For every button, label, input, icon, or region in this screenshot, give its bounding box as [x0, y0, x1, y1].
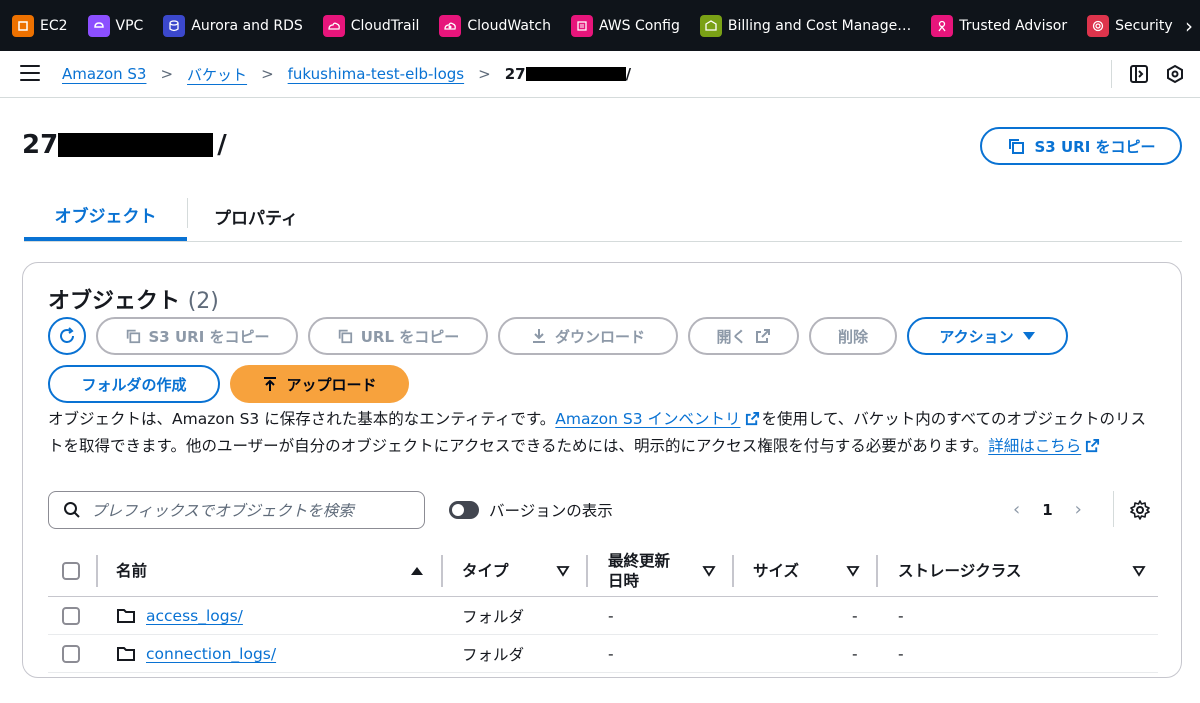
external-link-icon	[755, 328, 771, 344]
folder-icon	[116, 645, 136, 663]
row-checkbox[interactable]	[62, 607, 80, 625]
security-hub-icon	[1087, 14, 1110, 37]
breadcrumb-bucket[interactable]: fukushima-test-elb-logs	[288, 65, 464, 83]
rds-icon	[163, 14, 186, 37]
external-link-icon	[745, 409, 760, 434]
column-size[interactable]: サイズ	[753, 545, 799, 597]
column-storage-class[interactable]: ストレージクラス	[898, 545, 1021, 597]
folder-link[interactable]: connection_logs/	[146, 645, 276, 663]
objects-panel: オブジェクト (2) S3 URI をコピー URL をコピー ダウンロード 開…	[22, 262, 1182, 678]
folder-link[interactable]: access_logs/	[146, 607, 243, 625]
learn-more-link[interactable]: 詳細はこちら	[988, 437, 1100, 455]
service-cloudtrail[interactable]: CloudTrail	[322, 14, 419, 37]
copy-icon	[1007, 137, 1025, 155]
vpc-icon	[87, 14, 110, 37]
trusted-advisor-icon	[931, 14, 954, 37]
service-trusted-advisor[interactable]: Trusted Advisor	[931, 14, 1067, 37]
copy-icon	[337, 328, 353, 344]
toggle-switch[interactable]	[449, 501, 479, 519]
service-billing[interactable]: Billing and Cost Manage…	[699, 14, 911, 37]
breadcrumb-current: 27 /	[504, 65, 632, 83]
billing-icon	[699, 14, 722, 37]
upload-icon	[262, 376, 278, 392]
service-shortcut-bar: EC2 VPC Aurora and RDS CloudTrail CloudW…	[0, 0, 1200, 51]
sort-ascending-icon[interactable]	[410, 545, 424, 597]
column-type[interactable]: タイプ	[462, 545, 509, 597]
actions-dropdown[interactable]: アクション	[907, 317, 1068, 355]
sort-icon[interactable]	[846, 545, 860, 597]
objects-description: オブジェクトは、Amazon S3 に保存された基本的なエンティティです。Ama…	[48, 407, 1158, 461]
create-folder-button[interactable]: フォルダの作成	[48, 365, 220, 403]
table-row: access_logs/ フォルダ - - -	[48, 597, 1158, 635]
breadcrumb-buckets[interactable]: バケット	[187, 64, 247, 85]
redacted-block	[58, 133, 214, 157]
column-name[interactable]: 名前	[116, 545, 147, 597]
cloudtrail-icon	[322, 14, 345, 37]
tab-properties[interactable]: プロパティ	[214, 192, 298, 240]
side-panel-icon[interactable]	[1128, 63, 1150, 85]
objects-title: オブジェクト (2)	[48, 289, 219, 314]
table-header: 名前 タイプ 最終更新 日時 サイズ ストレージクラス	[48, 545, 1158, 597]
open-button[interactable]: 開く	[688, 317, 799, 355]
chevron-right-icon[interactable]: ›	[1178, 0, 1200, 51]
select-all-checkbox[interactable]	[62, 562, 80, 580]
config-icon	[570, 14, 593, 37]
service-vpc[interactable]: VPC	[87, 14, 143, 37]
notifications-icon[interactable]	[1164, 63, 1186, 85]
copy-s3-uri-button-disabled[interactable]: S3 URI をコピー	[96, 317, 298, 355]
chevron-right-icon[interactable]: ›	[1075, 499, 1082, 520]
breadcrumb-bar: Amazon S3 > バケット > fukushima-test-elb-lo…	[0, 51, 1200, 98]
refresh-button[interactable]	[48, 317, 86, 355]
column-last-modified[interactable]: 最終更新 日時	[608, 545, 670, 597]
copy-s3-uri-button[interactable]: S3 URI をコピー	[980, 127, 1182, 165]
cloudwatch-icon	[439, 14, 462, 37]
page-number[interactable]: 1	[1042, 501, 1052, 519]
tab-objects[interactable]: オブジェクト	[24, 192, 187, 241]
download-button[interactable]: ダウンロード	[498, 317, 678, 355]
service-cloudwatch[interactable]: CloudWatch	[439, 14, 551, 37]
tab-list: オブジェクト プロパティ	[24, 192, 1182, 242]
sort-icon[interactable]	[1132, 545, 1146, 597]
chevron-right-icon: >	[160, 65, 174, 83]
breadcrumb-amazon-s3[interactable]: Amazon S3	[62, 65, 146, 83]
settings-gear-icon[interactable]	[1129, 499, 1151, 521]
row-checkbox[interactable]	[62, 645, 80, 663]
service-aws-config[interactable]: AWS Config	[570, 14, 680, 37]
caret-down-icon	[1022, 330, 1036, 342]
folder-icon	[116, 607, 136, 625]
breadcrumb: Amazon S3 > バケット > fukushima-test-elb-lo…	[62, 51, 631, 97]
show-versions-toggle[interactable]: バージョンの表示	[449, 499, 613, 521]
menu-icon[interactable]	[20, 65, 40, 83]
service-ec2[interactable]: EC2	[12, 14, 68, 37]
download-icon	[531, 328, 547, 344]
copy-icon	[125, 328, 141, 344]
chevron-right-icon: >	[261, 65, 274, 83]
pagination: ‹ 1 ›	[1013, 499, 1082, 520]
copy-url-button[interactable]: URL をコピー	[308, 317, 488, 355]
search-input[interactable]: プレフィックスでオブジェクトを検索	[48, 491, 425, 529]
ec2-icon	[12, 14, 34, 37]
chevron-right-icon: >	[478, 65, 491, 83]
table-row: connection_logs/ フォルダ - - -	[48, 635, 1158, 673]
search-icon	[63, 501, 81, 519]
refresh-icon	[57, 326, 77, 346]
external-link-icon	[1085, 436, 1100, 461]
delete-button[interactable]: 削除	[809, 317, 897, 355]
upload-button[interactable]: アップロード	[230, 365, 409, 403]
page-title: 27 /	[22, 130, 227, 160]
chevron-left-icon[interactable]: ‹	[1013, 499, 1020, 520]
sort-icon[interactable]	[556, 545, 570, 597]
sort-icon[interactable]	[702, 545, 716, 597]
redacted-block	[525, 67, 626, 81]
inventory-link[interactable]: Amazon S3 インベントリ	[555, 410, 761, 428]
service-rds[interactable]: Aurora and RDS	[163, 14, 303, 37]
